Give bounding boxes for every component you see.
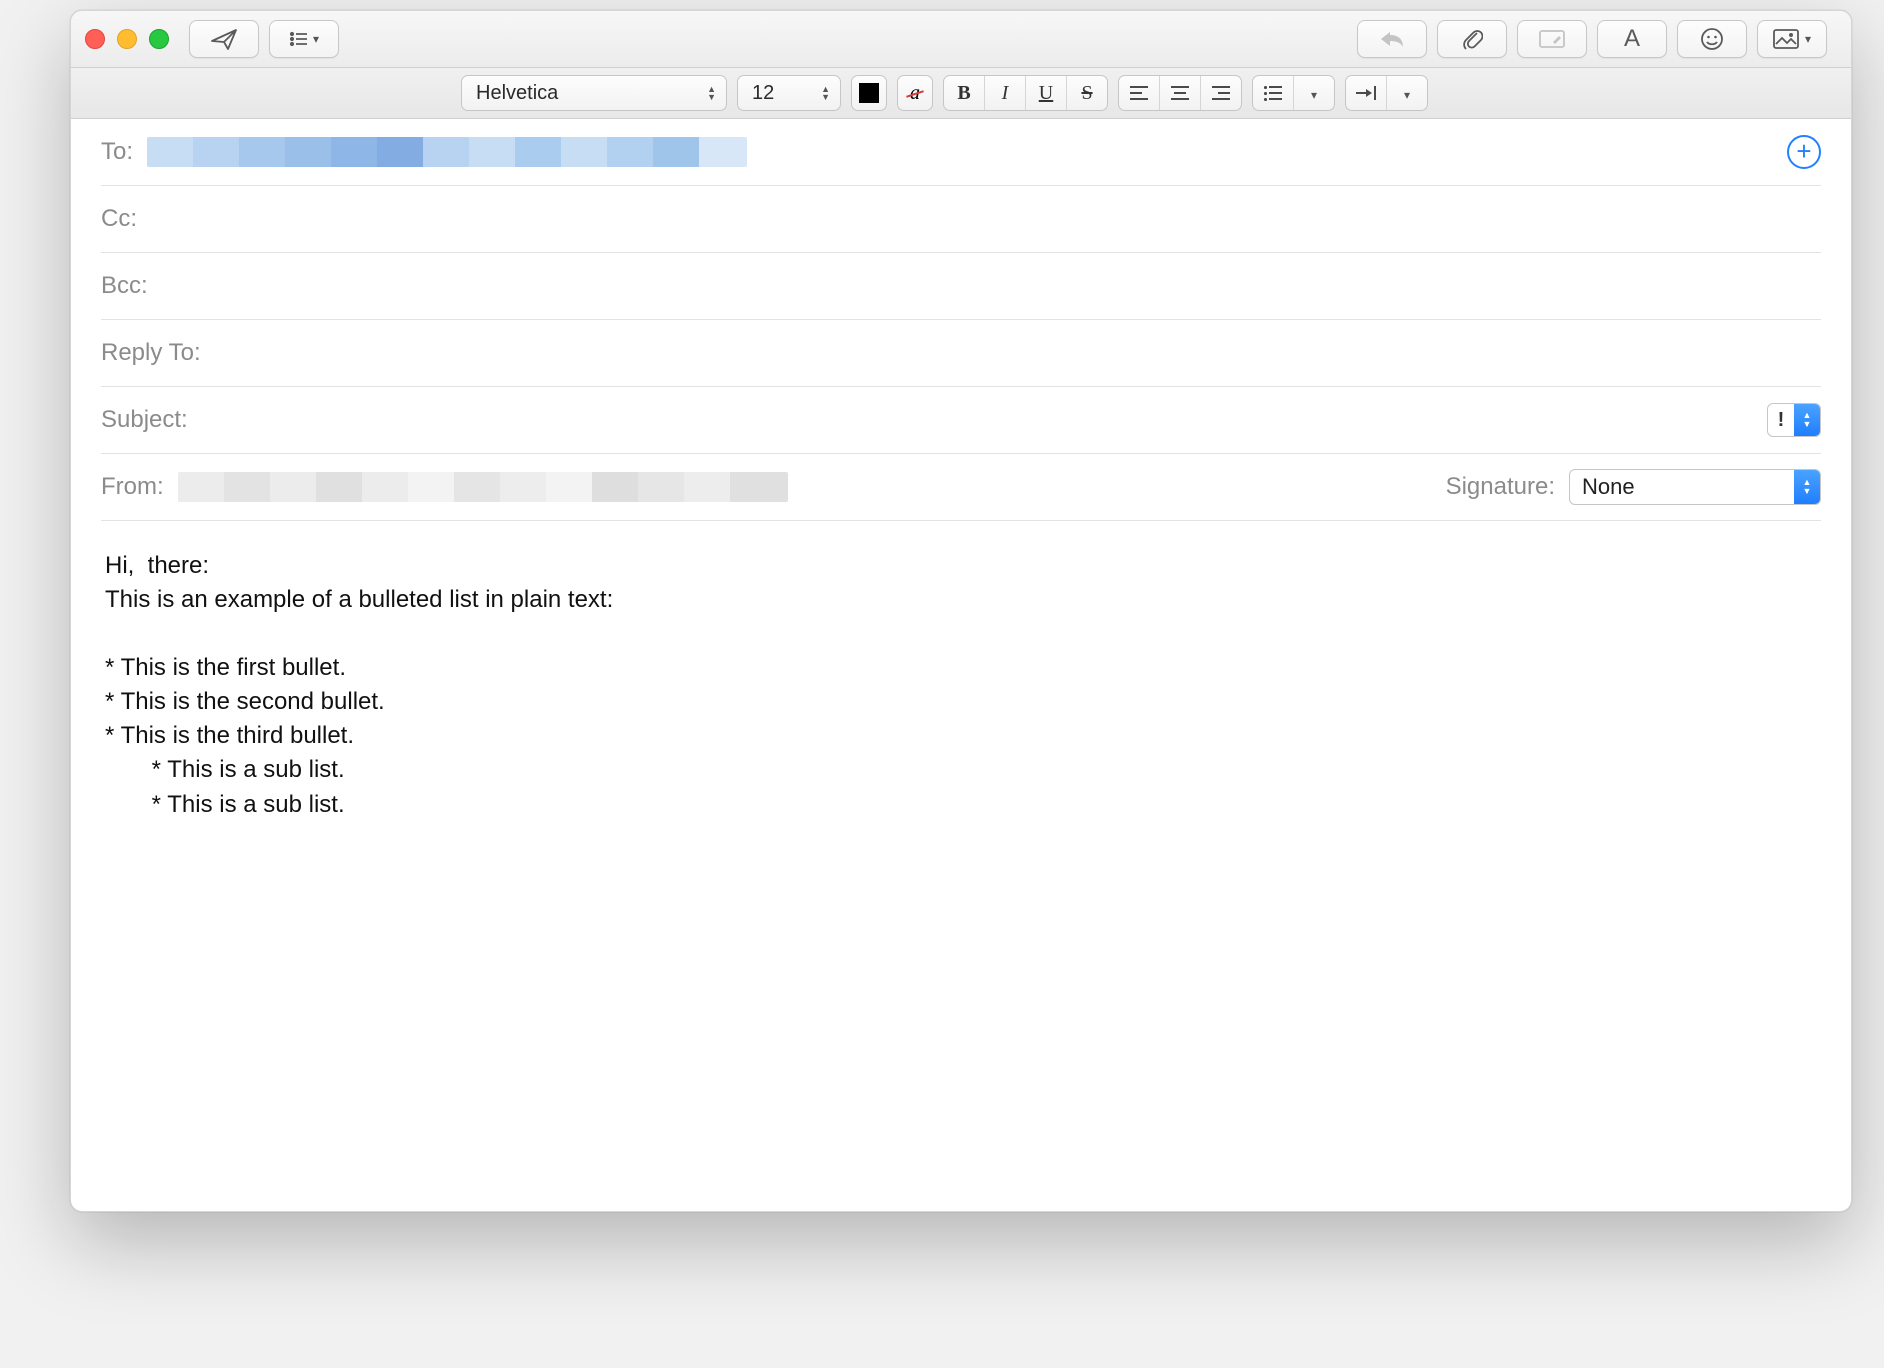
titlebar: A: [71, 11, 1851, 68]
stepper-icon: ▲▼: [1794, 470, 1820, 504]
align-center-icon: [1171, 86, 1189, 100]
send-button[interactable]: [189, 20, 259, 58]
alignment-group: [1118, 75, 1242, 111]
format-toolbar: Helvetica ▲▼ 12 ▲▼ a B I U S: [71, 68, 1851, 119]
add-contact-button[interactable]: [1787, 135, 1821, 169]
signature-group: Signature: None ▲▼: [1446, 469, 1821, 505]
header-fields-button[interactable]: [269, 20, 339, 58]
align-left-button[interactable]: [1119, 76, 1160, 110]
format-button[interactable]: A: [1597, 20, 1667, 58]
indent-button[interactable]: [1346, 76, 1387, 110]
emoji-button[interactable]: [1677, 20, 1747, 58]
emoji-icon: [1700, 27, 1724, 51]
list-style-button[interactable]: [1253, 76, 1294, 110]
paperclip-icon: [1461, 27, 1483, 51]
from-label: From:: [101, 473, 164, 501]
align-right-button[interactable]: [1201, 76, 1241, 110]
font-size-select[interactable]: 12 ▲▼: [737, 75, 841, 111]
close-window-button[interactable]: [85, 29, 105, 49]
window-controls: [85, 29, 169, 49]
header-fields: To: Cc: Bcc: Reply To: Subject: ! ▲▼: [71, 119, 1851, 521]
send-icon: [211, 28, 237, 50]
from-field-row: From: Signature: None ▲▼: [101, 454, 1821, 521]
header-fields-icon: [289, 30, 319, 48]
align-right-icon: [1212, 86, 1230, 100]
priority-marker: !: [1768, 409, 1794, 432]
text-color-button[interactable]: [851, 75, 887, 111]
markup-icon: [1539, 28, 1565, 50]
minimize-window-button[interactable]: [117, 29, 137, 49]
signature-value: None: [1570, 474, 1794, 500]
list-group: [1252, 75, 1335, 111]
to-recipient-pill[interactable]: [147, 137, 747, 167]
underline-button[interactable]: U: [1026, 76, 1067, 110]
format-icon: A: [1624, 25, 1640, 53]
italic-button[interactable]: I: [985, 76, 1026, 110]
stepper-icon: ▲▼: [707, 85, 716, 101]
to-label: To:: [101, 138, 133, 166]
priority-select[interactable]: ! ▲▼: [1767, 403, 1821, 437]
bold-button[interactable]: B: [944, 76, 985, 110]
text-color-swatch: [859, 83, 879, 103]
zoom-window-button[interactable]: [149, 29, 169, 49]
from-value-redacted: [178, 472, 788, 502]
bcc-label: Bcc:: [101, 272, 148, 300]
text-style-group: B I U S: [943, 75, 1108, 111]
to-field-row: To:: [101, 119, 1821, 186]
photo-browser-button[interactable]: [1757, 20, 1827, 58]
align-left-icon: [1130, 86, 1148, 100]
stepper-icon: ▲▼: [821, 85, 830, 101]
no-background-icon: a: [910, 82, 920, 105]
reply-to-label: Reply To:: [101, 339, 201, 367]
compose-window: A Helvetica ▲▼ 12 ▲▼ a: [70, 10, 1852, 1212]
to-input[interactable]: [147, 137, 1787, 167]
chevron-down-icon: [1311, 82, 1317, 105]
font-family-value: Helvetica: [476, 82, 558, 105]
list-style-menu[interactable]: [1294, 76, 1334, 110]
stepper-icon: ▲▼: [1794, 404, 1820, 436]
photo-browser-icon: [1773, 29, 1811, 49]
markup-button[interactable]: [1517, 20, 1587, 58]
strikethrough-button[interactable]: S: [1067, 76, 1107, 110]
indent-icon: [1356, 86, 1376, 100]
cc-field-row: Cc:: [101, 186, 1821, 253]
align-center-button[interactable]: [1160, 76, 1201, 110]
reply-to-field-row: Reply To:: [101, 320, 1821, 387]
signature-select[interactable]: None ▲▼: [1569, 469, 1821, 505]
subject-label: Subject:: [101, 406, 188, 434]
font-size-value: 12: [752, 82, 774, 105]
attach-button[interactable]: [1437, 20, 1507, 58]
cc-label: Cc:: [101, 205, 137, 233]
indent-menu[interactable]: [1387, 76, 1427, 110]
message-body[interactable]: Hi, there: This is an example of a bulle…: [71, 521, 1851, 850]
from-select[interactable]: [178, 472, 1446, 502]
signature-label: Signature:: [1446, 473, 1555, 501]
bcc-field-row: Bcc:: [101, 253, 1821, 320]
background-color-button[interactable]: a: [897, 75, 933, 111]
bulleted-list-icon: [1264, 86, 1282, 100]
indent-group: [1345, 75, 1428, 111]
reply-icon: [1379, 29, 1405, 49]
subject-field-row: Subject: ! ▲▼: [101, 387, 1821, 454]
chevron-down-icon: [1404, 82, 1410, 105]
font-family-select[interactable]: Helvetica ▲▼: [461, 75, 727, 111]
reply-button[interactable]: [1357, 20, 1427, 58]
